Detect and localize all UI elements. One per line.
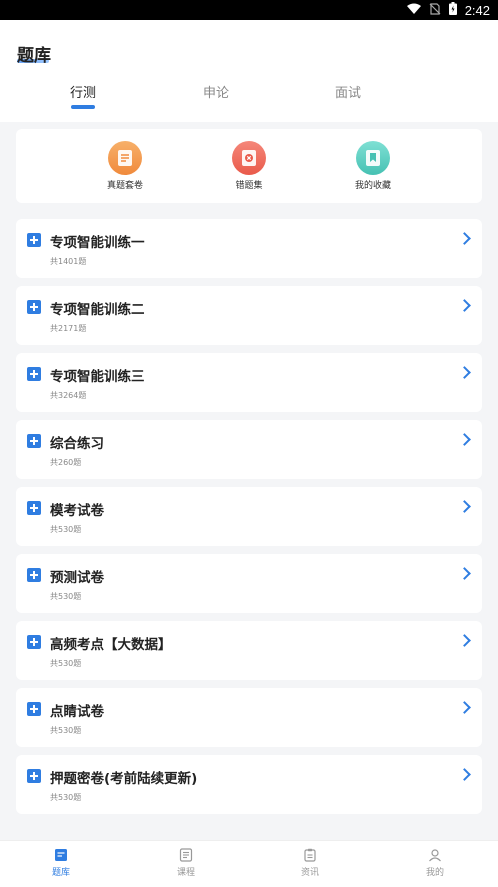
module-title: 押题密卷(考前陆续更新) bbox=[50, 771, 198, 787]
module-card[interactable]: 点睛试卷 共530题 bbox=[16, 688, 482, 747]
expand-plus-icon[interactable] bbox=[27, 300, 41, 314]
tab-bar: 行测 申论 面试 bbox=[0, 82, 498, 118]
expand-plus-icon[interactable] bbox=[27, 367, 41, 381]
expand-plus-icon[interactable] bbox=[27, 769, 41, 783]
no-sim-icon bbox=[429, 2, 441, 18]
tab-mianshi[interactable]: 面试 bbox=[313, 82, 383, 101]
quick-action-label: 错题集 bbox=[235, 181, 263, 191]
expand-plus-icon[interactable] bbox=[27, 635, 41, 649]
bookmark-icon bbox=[356, 141, 390, 175]
nav-label: 资讯 bbox=[300, 868, 319, 878]
module-title: 预测试卷 bbox=[50, 570, 104, 586]
module-title: 模考试卷 bbox=[50, 503, 104, 519]
nav-item-news[interactable]: 资讯 bbox=[270, 847, 350, 878]
quick-action-label: 真题套卷 bbox=[106, 181, 143, 191]
quick-action-wrong-questions[interactable]: 错题集 bbox=[209, 141, 289, 191]
wifi-icon bbox=[406, 3, 421, 18]
module-title: 专项智能训练一 bbox=[50, 235, 145, 251]
quick-action-past-papers[interactable]: 真题套卷 bbox=[85, 141, 165, 191]
chevron-right-icon[interactable] bbox=[458, 500, 471, 513]
module-count: 共260题 bbox=[50, 458, 82, 467]
module-card[interactable]: 模考试卷 共530题 bbox=[16, 487, 482, 546]
tab-active-indicator bbox=[71, 105, 95, 109]
quick-action-favorites[interactable]: 我的收藏 bbox=[333, 141, 413, 191]
module-title: 专项智能训练三 bbox=[50, 369, 145, 385]
module-title: 专项智能训练二 bbox=[50, 302, 145, 318]
expand-plus-icon[interactable] bbox=[27, 501, 41, 515]
module-card[interactable]: 预测试卷 共530题 bbox=[16, 554, 482, 613]
module-count: 共530题 bbox=[50, 592, 82, 601]
error-book-icon bbox=[232, 141, 266, 175]
nav-item-course[interactable]: 课程 bbox=[146, 847, 226, 878]
module-title: 综合练习 bbox=[50, 436, 104, 452]
news-icon bbox=[303, 847, 317, 862]
module-card[interactable]: 综合练习 共260题 bbox=[16, 420, 482, 479]
expand-plus-icon[interactable] bbox=[27, 434, 41, 448]
module-card[interactable]: 专项智能训练三 共3264题 bbox=[16, 353, 482, 412]
module-count: 共530题 bbox=[50, 793, 82, 802]
chevron-right-icon[interactable] bbox=[458, 366, 471, 379]
expand-plus-icon[interactable] bbox=[27, 568, 41, 582]
module-count: 共530题 bbox=[50, 726, 82, 735]
document-icon bbox=[108, 141, 142, 175]
module-card[interactable]: 专项智能训练二 共2171题 bbox=[16, 286, 482, 345]
chevron-right-icon[interactable] bbox=[458, 701, 471, 714]
quick-action-label: 我的收藏 bbox=[354, 181, 391, 191]
module-title: 点睛试卷 bbox=[50, 704, 104, 720]
status-time: 2:42 bbox=[464, 2, 490, 18]
module-count: 共2171题 bbox=[50, 324, 87, 333]
chevron-right-icon[interactable] bbox=[458, 567, 471, 580]
tab-label: 行测 bbox=[69, 86, 96, 101]
chevron-right-icon[interactable] bbox=[458, 634, 471, 647]
module-count: 共1401题 bbox=[50, 257, 87, 266]
status-bar: 2:42 bbox=[0, 0, 498, 20]
page-title: 题库 bbox=[17, 46, 51, 66]
profile-icon bbox=[428, 847, 442, 862]
question-bank-icon bbox=[54, 847, 68, 861]
module-count: 共530题 bbox=[50, 659, 82, 668]
battery-icon bbox=[448, 2, 457, 18]
module-card[interactable]: 专项智能训练一 共1401题 bbox=[16, 219, 482, 278]
module-count: 共3264题 bbox=[50, 391, 87, 400]
nav-label: 题库 bbox=[51, 868, 70, 878]
expand-plus-icon[interactable] bbox=[27, 702, 41, 716]
chevron-right-icon[interactable] bbox=[458, 768, 471, 781]
course-icon bbox=[179, 847, 193, 862]
tab-xingce[interactable]: 行测 bbox=[48, 82, 118, 109]
chevron-right-icon[interactable] bbox=[458, 232, 471, 245]
tab-shenlun[interactable]: 申论 bbox=[181, 82, 251, 101]
nav-label: 课程 bbox=[176, 868, 195, 878]
nav-label: 我的 bbox=[425, 868, 444, 878]
header: 题库 行测 申论 面试 bbox=[0, 20, 498, 122]
quick-actions-panel: 真题套卷 错题集 我的收藏 bbox=[16, 129, 482, 203]
tab-label: 面试 bbox=[334, 86, 361, 101]
chevron-right-icon[interactable] bbox=[458, 433, 471, 446]
module-card[interactable]: 高频考点【大数据】 共530题 bbox=[16, 621, 482, 680]
nav-item-profile[interactable]: 我的 bbox=[395, 847, 475, 878]
module-title: 高频考点【大数据】 bbox=[50, 637, 172, 653]
bottom-nav: 题库 课程 资讯 我的 bbox=[0, 840, 498, 887]
chevron-right-icon[interactable] bbox=[458, 299, 471, 312]
nav-item-question-bank[interactable]: 题库 bbox=[21, 847, 101, 878]
tab-label: 申论 bbox=[202, 86, 229, 101]
module-card[interactable]: 押题密卷(考前陆续更新) 共530题 bbox=[16, 755, 482, 814]
expand-plus-icon[interactable] bbox=[27, 233, 41, 247]
module-count: 共530题 bbox=[50, 525, 82, 534]
